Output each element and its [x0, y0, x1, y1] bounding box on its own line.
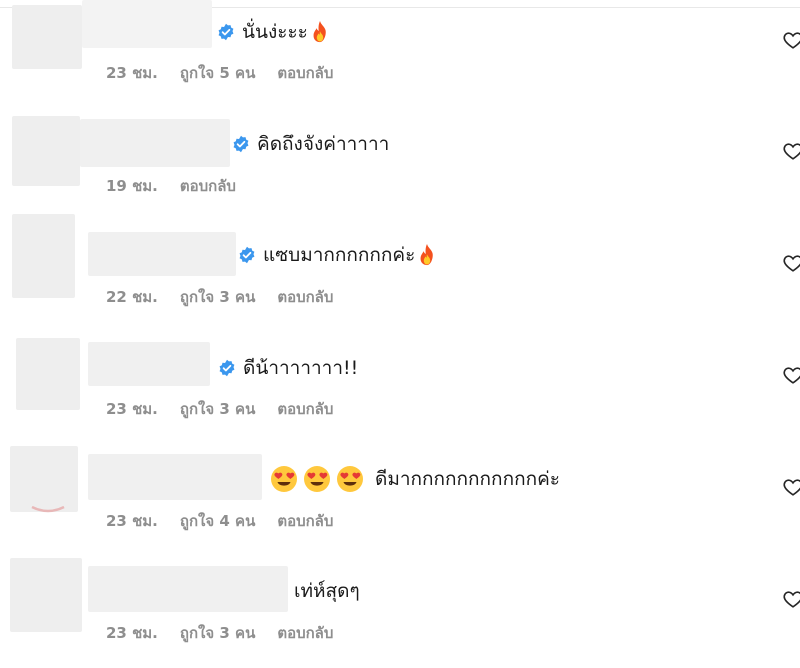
heart-outline-icon[interactable] [782, 476, 800, 498]
avatar[interactable] [10, 446, 78, 512]
fire-emoji [416, 243, 438, 267]
comment-text: เท่ห์สุดๆ [294, 580, 360, 602]
comment-time[interactable]: 22 ชม. [106, 285, 158, 309]
heart-eyes-emoji [271, 466, 297, 492]
comment-likes[interactable]: ถูกใจ 3 คน [180, 397, 255, 421]
verified-badge-icon [218, 23, 234, 41]
heart-eyes-emoji [337, 466, 363, 492]
reply-button[interactable]: ตอบกลับ [277, 397, 333, 421]
comment-likes[interactable]: ถูกใจ 5 คน [180, 61, 255, 85]
comment-text: ดีน้าาาาาาา!! [243, 357, 359, 379]
comment-item: เท่ห์สุดๆ 23 ชม. ถูกใจ 3 คน ตอบกลับ [0, 556, 800, 668]
username-blurred[interactable] [88, 566, 288, 612]
comment-likes[interactable]: ถูกใจ 3 คน [180, 285, 255, 309]
comment-time[interactable]: 23 ชม. [106, 397, 158, 421]
reply-button[interactable]: ตอบกลับ [277, 61, 333, 85]
avatar[interactable] [12, 214, 75, 298]
heart-outline-icon[interactable] [782, 140, 800, 162]
verified-badge-icon [219, 359, 235, 377]
verified-badge-icon [233, 135, 249, 153]
reply-button[interactable]: ตอบกลับ [277, 285, 333, 309]
comment-item: คิดถึงจังค่าาาาา 19 ชม. ตอบกลับ [0, 112, 800, 224]
comment-item: ดีน้าาาาาาา!! 23 ชม. ถูกใจ 3 คน ตอบกลับ [0, 336, 800, 448]
avatar[interactable] [12, 116, 80, 186]
heart-outline-icon[interactable] [782, 588, 800, 610]
avatar[interactable] [12, 5, 82, 69]
comment-text: แซบมากกกกกกค่ะ [263, 244, 416, 266]
comment-time[interactable]: 23 ชม. [106, 509, 158, 533]
fire-emoji [309, 20, 331, 44]
reply-button[interactable]: ตอบกลับ [277, 509, 333, 533]
emoji-group [270, 465, 369, 493]
username-blurred[interactable] [88, 454, 262, 500]
username-blurred[interactable] [88, 232, 236, 276]
comment-time[interactable]: 19 ชม. [106, 174, 158, 198]
avatar-edge [31, 506, 65, 513]
username-blurred[interactable] [88, 342, 210, 386]
comment-item: นั่นง่ะะะ 23 ชม. ถูกใจ 5 คน ตอบกลับ [0, 0, 800, 112]
verified-badge-icon [239, 246, 255, 264]
comment-likes[interactable]: ถูกใจ 4 คน [180, 509, 255, 533]
username-blurred[interactable] [82, 0, 212, 48]
heart-outline-icon[interactable] [782, 252, 800, 274]
reply-button[interactable]: ตอบกลับ [277, 621, 333, 645]
comment-time[interactable]: 23 ชม. [106, 621, 158, 645]
comment-likes[interactable]: ถูกใจ 3 คน [180, 621, 255, 645]
comment-item: แซบมากกกกกกค่ะ 22 ชม. ถูกใจ 3 คน ตอบกลับ [0, 212, 800, 324]
username-blurred[interactable] [80, 119, 230, 167]
comment-text: คิดถึงจังค่าาาาา [257, 133, 390, 155]
heart-eyes-emoji [304, 466, 330, 492]
avatar[interactable] [10, 558, 82, 632]
comment-time[interactable]: 23 ชม. [106, 61, 158, 85]
heart-outline-icon[interactable] [782, 364, 800, 386]
heart-outline-icon[interactable] [782, 29, 800, 51]
comment-text: ดีมากกกกกกกกกกกค่ะ [375, 468, 560, 490]
comment-item: ดีมากกกกกกกกกกกค่ะ 23 ชม. ถูกใจ 4 คน ตอบ… [0, 446, 800, 558]
avatar[interactable] [16, 338, 80, 410]
comment-text: นั่นง่ะะะ [242, 21, 308, 43]
reply-button[interactable]: ตอบกลับ [180, 174, 236, 198]
